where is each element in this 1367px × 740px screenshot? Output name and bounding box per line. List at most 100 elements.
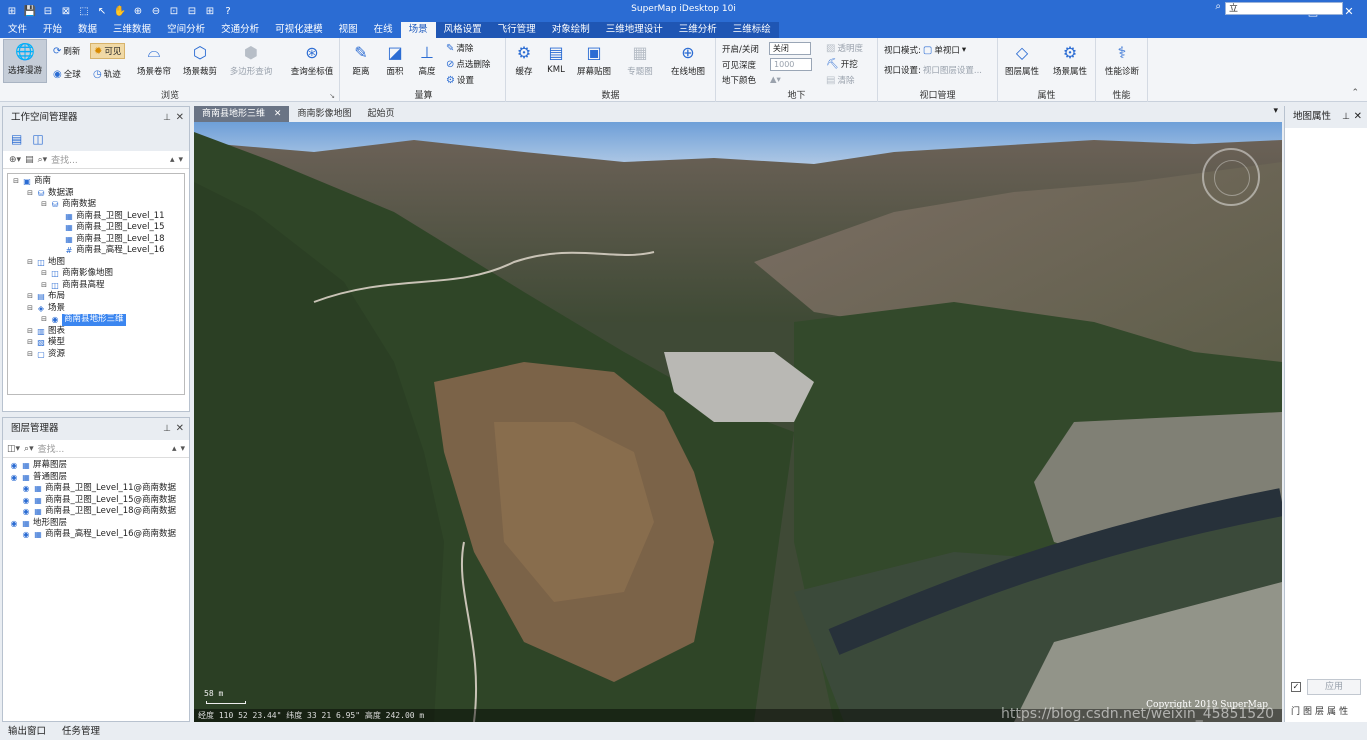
ribbon-tab[interactable]: 数据	[70, 22, 105, 38]
close-icon[interactable]: ✕	[176, 418, 184, 440]
track-button[interactable]: ◷ 轨迹	[93, 68, 121, 81]
close-icon[interactable]: ✕	[1354, 106, 1362, 128]
scene-curtain-button[interactable]: ⌓ 场景卷帘	[132, 41, 176, 77]
viewport-mode[interactable]: 视口模式: ▢ 单视口 ▾	[884, 44, 966, 57]
workspace-tree-node[interactable]: ▦ 商南县_卫图_Level_11	[10, 211, 182, 223]
side-tab-icon[interactable]: 层	[1315, 704, 1324, 717]
workspace-list-icon[interactable]: ◫	[32, 132, 43, 148]
polygon-query-button[interactable]: ⬢ 多边形查询	[224, 41, 278, 78]
scene-cut-button[interactable]: ⬡ 场景裁剪	[178, 41, 222, 78]
scene-props-button[interactable]: ⚙ 场景属性	[1048, 41, 1092, 78]
workspace-tree-node[interactable]: ⊟ ▢ 资源	[10, 349, 182, 361]
apply-checkbox[interactable]: ✓	[1291, 682, 1301, 692]
workspace-tree-node[interactable]: ⊟ ▥ 图表	[10, 326, 182, 338]
layer-tree-node[interactable]: ◉ ▦ 屏幕图层	[7, 460, 185, 472]
tab-scene[interactable]: 商南县地形三维 ✕	[194, 106, 290, 122]
workspace-tree-node[interactable]: # 商南县_高程_Level_16	[10, 245, 182, 257]
expand-toggle-icon[interactable]: ⊟	[26, 303, 34, 315]
visibility-eye-icon[interactable]: ◉	[21, 483, 31, 495]
ribbon-tab[interactable]: 三维地理设计	[597, 22, 671, 38]
ribbon-tab[interactable]: 视图	[331, 22, 366, 38]
ribbon-tab[interactable]: 对象绘制	[543, 22, 598, 38]
workspace-tree-node[interactable]: ▦ 商南县_卫图_Level_15	[10, 222, 182, 234]
expand-toggle-icon[interactable]: ⊟	[26, 257, 34, 269]
close-icon[interactable]: ✕	[176, 107, 184, 129]
layer-tree-node[interactable]: ◉ ▦ 商南县_卫图_Level_18@商南数据	[7, 506, 185, 518]
transparency-button[interactable]: ▨ 透明度	[826, 42, 863, 55]
visibility-eye-icon[interactable]: ◉	[9, 472, 19, 484]
output-window-tab[interactable]: 输出窗口	[0, 724, 54, 740]
expand-toggle-icon[interactable]: ⊟	[40, 314, 48, 326]
layer-search-input[interactable]: 查找...	[38, 442, 168, 455]
tabs-dropdown-icon[interactable]: ▾	[1273, 106, 1282, 122]
group-launcher-icon[interactable]: ↘	[329, 92, 335, 100]
workspace-search-input[interactable]: 查找...	[51, 153, 166, 166]
screen-tile-button[interactable]: ▣ 屏幕贴图	[572, 41, 616, 78]
workspace-tree-node[interactable]: ⊟ ▣ 商南	[10, 176, 182, 188]
expand-toggle-icon[interactable]: ⊟	[26, 337, 34, 349]
underground-color[interactable]: 地下颜色 ▲▾	[722, 74, 781, 86]
pin-icon[interactable]: ⊥	[1342, 106, 1350, 128]
ribbon-tab[interactable]: 空间分析	[159, 22, 213, 38]
excavate-button[interactable]: ⛏ 开挖	[826, 58, 858, 71]
visible-button[interactable]: ✹ 可见	[90, 43, 126, 59]
full-globe-button[interactable]: ◉ 全球	[53, 68, 81, 81]
clear-measure-button[interactable]: ✎ 清除	[446, 42, 473, 55]
layer-tree-node[interactable]: ◉ ▦ 普通图层	[7, 472, 185, 484]
expand-toggle-icon[interactable]: ⊟	[26, 291, 34, 303]
tab-image-map[interactable]: 商南影像地图	[289, 106, 359, 122]
visibility-eye-icon[interactable]: ◉	[9, 518, 19, 530]
compass-control[interactable]	[1202, 148, 1260, 206]
kml-button[interactable]: ▤ KML	[538, 41, 574, 76]
task-manager-tab[interactable]: 任务管理	[54, 724, 108, 740]
select-roam-button[interactable]: 🌐 选择漫游	[3, 39, 47, 83]
side-tab-icon[interactable]: 图	[1303, 704, 1312, 717]
topic-map-button[interactable]: ▦ 专题图	[618, 41, 662, 78]
ribbon-tab[interactable]: 文件	[0, 22, 35, 38]
search-icon[interactable]: ⌕	[1215, 1, 1221, 12]
ribbon-tab[interactable]: 场景	[400, 22, 436, 38]
layer-tree-node[interactable]: ◉ ▦ 商南县_卫图_Level_11@商南数据	[7, 483, 185, 495]
ribbon-tab[interactable]: 交通分析	[213, 22, 267, 38]
expand-toggle-icon[interactable]: ⊟	[40, 199, 48, 211]
down-arrow-icon[interactable]: ▾	[180, 444, 185, 454]
expand-toggle-icon[interactable]: ⊟	[26, 188, 34, 200]
perf-diagnose-button[interactable]: ⚕ 性能诊断	[1098, 41, 1146, 78]
visibility-eye-icon[interactable]: ◉	[9, 460, 19, 472]
workspace-tree-node[interactable]: ⊟ ◫ 商南县高程	[10, 280, 182, 292]
measure-settings-button[interactable]: ⚙ 设置	[446, 74, 474, 87]
ribbon-tab[interactable]: 风格设置	[435, 22, 490, 38]
workspace-tree-node[interactable]: ⊟ ◈ 场景	[10, 303, 182, 315]
ribbon-tab[interactable]: 开始	[35, 22, 70, 38]
workspace-tree-node[interactable]: ⊟ ◉ 商南县地形三维	[10, 314, 182, 326]
side-tab-icon[interactable]: 属	[1327, 704, 1336, 717]
color-picker-icon[interactable]: ▲▾	[770, 75, 781, 85]
distance-button[interactable]: ✎ 距离	[342, 41, 380, 78]
workspace-tree-node[interactable]: ⊟ ⛁ 商南数据	[10, 199, 182, 211]
search-icon[interactable]: ⌕▾	[38, 155, 48, 165]
workspace-tree-node[interactable]: ⊟ ◫ 商南影像地图	[10, 268, 182, 280]
query-coords-button[interactable]: ⊛ 查询坐标值	[286, 41, 338, 78]
ribbon-tab[interactable]: 三维分析	[670, 22, 725, 38]
workspace-tree-node[interactable]: ⊟ ▧ 模型	[10, 337, 182, 349]
ribbon-search-input[interactable]: 立	[1225, 2, 1343, 15]
ribbon-tab[interactable]: 飞行管理	[489, 22, 544, 38]
layer-tree-node[interactable]: ◉ ▦ 商南县_卫图_Level_15@商南数据	[7, 495, 185, 507]
side-tab-icon[interactable]: 性	[1339, 704, 1348, 717]
expand-toggle-icon[interactable]: ⊟	[40, 280, 48, 292]
point-delete-button[interactable]: ⊘ 点选删除	[446, 58, 490, 71]
ribbon-tab[interactable]: 三维数据	[105, 22, 159, 38]
workspace-tree-node[interactable]: ⊟ ⛁ 数据源	[10, 188, 182, 200]
close-icon[interactable]: ✕	[274, 109, 282, 119]
collapse-ribbon-icon[interactable]: ⌃	[1351, 88, 1359, 98]
expand-toggle-icon[interactable]: ⊟	[40, 268, 48, 280]
workspace-tree-node[interactable]: ⊟ ◫ 地图	[10, 257, 182, 269]
search-icon[interactable]: ⌕▾	[24, 444, 34, 454]
underground-toggle-select[interactable]: 关闭	[768, 42, 811, 55]
expand-toggle-icon[interactable]: ⊟	[12, 176, 20, 188]
up-arrow-icon[interactable]: ▴	[172, 444, 177, 454]
layer-tree-node[interactable]: ◉ ▦ 地形图层	[7, 518, 185, 530]
up-arrow-icon[interactable]: ▴	[170, 155, 175, 165]
ribbon-tab[interactable]: 三维标绘	[724, 22, 779, 38]
add-layer-icon[interactable]: ◫▾	[7, 444, 20, 454]
